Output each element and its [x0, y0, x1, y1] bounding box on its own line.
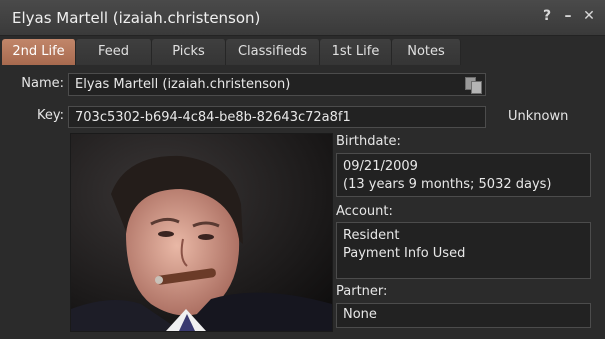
tab-1st-life[interactable]: 1st Life [320, 39, 392, 65]
account-box: Resident Payment Info Used [336, 222, 591, 279]
tab-2nd-life[interactable]: 2nd Life [2, 39, 76, 65]
close-icon[interactable]: ✕ [583, 8, 595, 24]
account-label: Account: [336, 204, 393, 219]
help-icon[interactable]: ? [541, 8, 553, 24]
key-label: Key: [36, 108, 64, 123]
birthdate-value: 09/21/2009 [343, 159, 418, 174]
name-field[interactable]: Elyas Martell (izaiah.christenson) [68, 73, 486, 96]
partner-box: None [336, 303, 591, 328]
profile-photo-image [71, 134, 332, 331]
partner-label: Partner: [336, 284, 388, 299]
birthdate-label: Birthdate: [336, 134, 401, 149]
window-controls: ? – ✕ [541, 8, 595, 24]
tab-notes[interactable]: Notes [392, 39, 461, 65]
key-field[interactable]: 703c5302-b694-4c84-be8b-82643c72a8f1 [68, 106, 486, 128]
tab-feed[interactable]: Feed [76, 39, 152, 65]
account-type: Resident [343, 228, 400, 243]
title-bar[interactable]: Elyas Martell (izaiah.christenson) ? – ✕ [0, 0, 605, 36]
birthdate-box: 09/21/2009 (13 years 9 months; 5032 days… [336, 153, 591, 197]
online-status: Unknown [508, 109, 569, 124]
copy-icon[interactable] [465, 77, 483, 94]
partner-value: None [343, 307, 377, 322]
tab-classifieds[interactable]: Classifieds [226, 39, 320, 65]
profile-photo[interactable] [70, 133, 333, 332]
profile-tabs: 2nd Life Feed Picks Classifieds 1st Life… [2, 39, 461, 65]
account-age: (13 years 9 months; 5032 days) [343, 177, 552, 192]
payment-info: Payment Info Used [343, 246, 466, 261]
window-title: Elyas Martell (izaiah.christenson) [12, 9, 261, 27]
minimize-icon[interactable]: – [562, 8, 574, 24]
name-label: Name: [21, 76, 64, 91]
tab-picks[interactable]: Picks [152, 39, 226, 65]
